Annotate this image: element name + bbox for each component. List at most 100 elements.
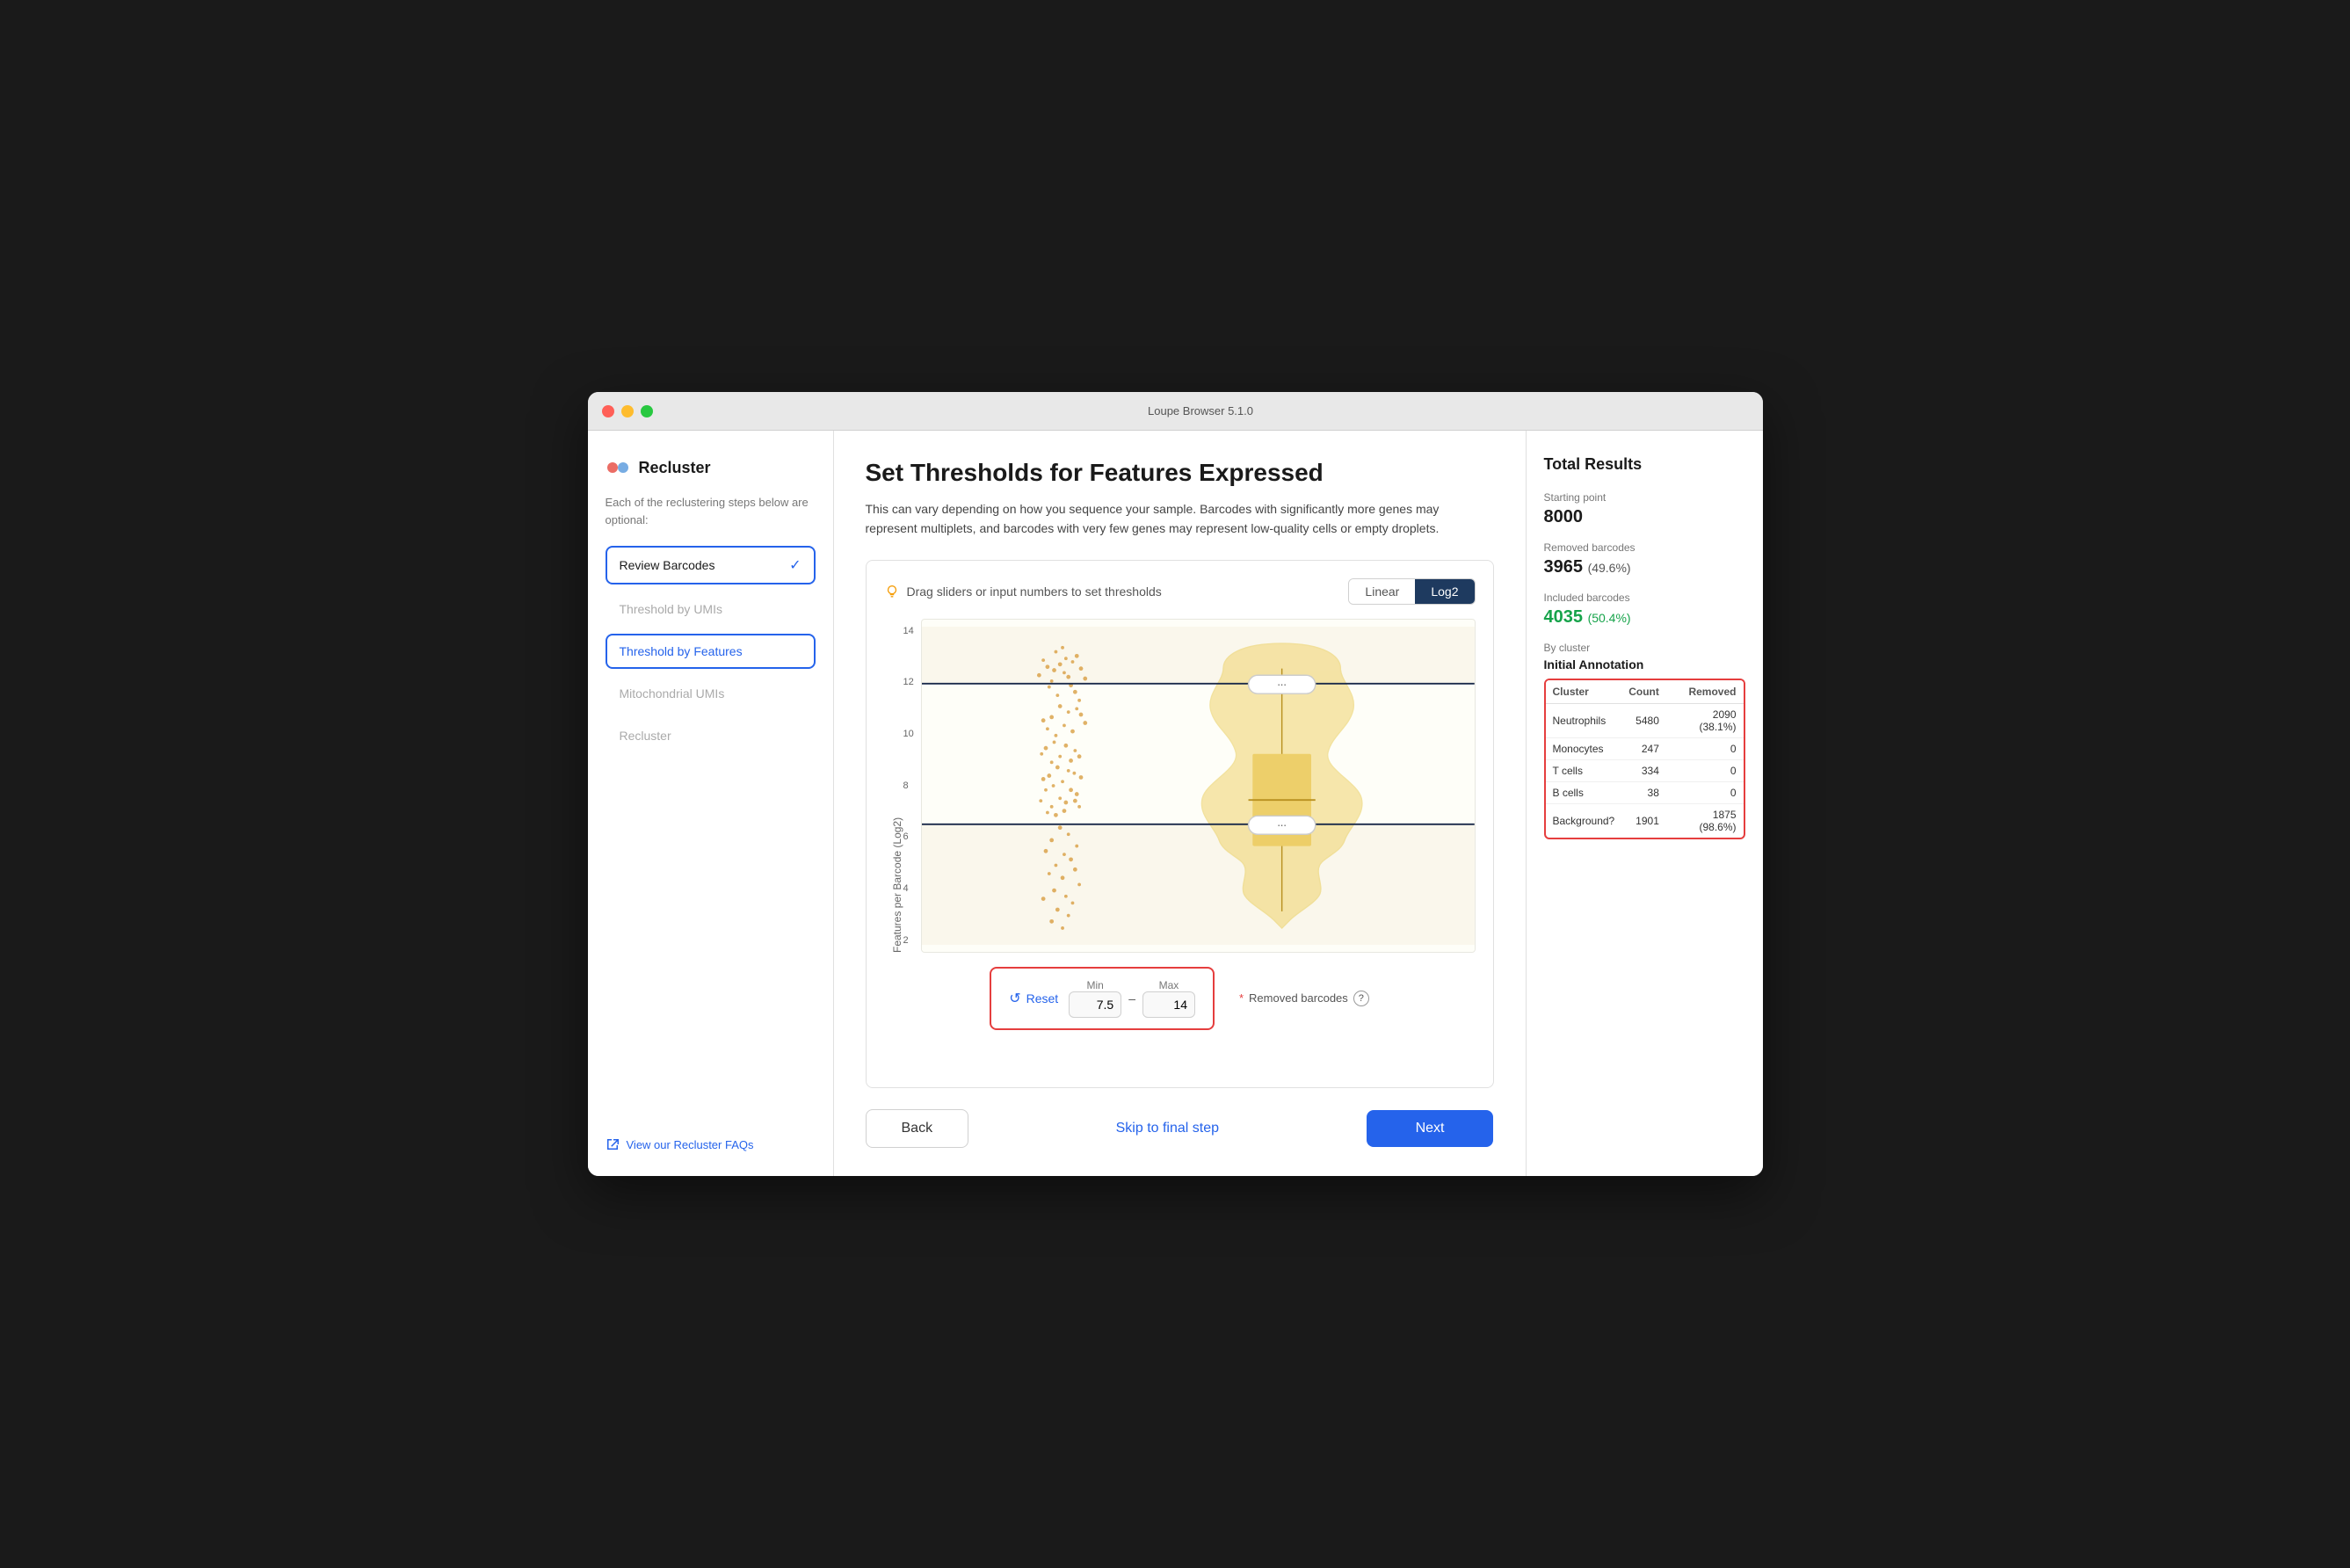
footer-buttons: Back Skip to final step Next	[866, 1109, 1494, 1148]
starting-point-value: 8000	[1544, 507, 1745, 527]
cluster-table-header: Cluster Count Removed	[1546, 680, 1744, 704]
close-button[interactable]	[602, 405, 614, 417]
chart-plot: ⋯ ⋯	[921, 619, 1476, 953]
tick-8: 8	[903, 780, 914, 791]
step-label-mitochondrial-umis: Mitochondrial UMIs	[620, 686, 725, 701]
tick-6: 6	[903, 831, 914, 842]
reset-icon: ↺	[1009, 990, 1020, 1007]
min-input[interactable]	[1069, 991, 1121, 1018]
page-title: Set Thresholds for Features Expressed	[866, 459, 1494, 487]
cluster-removed: 1875 (98.6%)	[1666, 804, 1744, 838]
cluster-count: 247	[1621, 738, 1666, 760]
back-button[interactable]: Back	[866, 1109, 969, 1148]
removed-barcodes-pct: (49.6%)	[1588, 561, 1631, 575]
chart-inputs: ↺ Reset Min – Max	[884, 967, 1476, 1030]
max-label: Max	[1142, 979, 1195, 991]
cluster-name: B cells	[1546, 782, 1622, 804]
tick-4: 4	[903, 883, 914, 894]
window-controls	[602, 405, 653, 417]
sidebar-description: Each of the reclustering steps below are…	[606, 494, 816, 528]
by-cluster-label: By cluster	[1544, 642, 1745, 654]
sidebar-item-mitochondrial-umis[interactable]: Mitochondrial UMIs	[606, 676, 816, 711]
cluster-count: 38	[1621, 782, 1666, 804]
cluster-table-wrapper: Cluster Count Removed Neutrophils 5480 2…	[1544, 679, 1745, 839]
minimize-button[interactable]	[621, 405, 634, 417]
y-axis-ticks: 14 12 10 8 6 4 2	[903, 619, 914, 953]
lightbulb-icon	[884, 584, 900, 599]
violin-chart-svg: ⋯ ⋯	[922, 620, 1475, 952]
right-panel: Total Results Starting point 8000 Remove…	[1526, 431, 1763, 1176]
y-axis-label: Features per Barcode (Log2)	[884, 619, 903, 953]
chart-hint-text: Drag sliders or input numbers to set thr…	[907, 584, 1162, 599]
chart-container: Drag sliders or input numbers to set thr…	[866, 560, 1494, 1088]
table-row: Background? 1901 1875 (98.6%)	[1546, 804, 1744, 838]
cluster-removed: 0	[1666, 760, 1744, 782]
top-threshold-handle[interactable]: ⋯	[1248, 675, 1315, 693]
skip-button[interactable]: Skip to final step	[1116, 1121, 1219, 1136]
included-barcodes-label: Included barcodes	[1544, 592, 1745, 604]
titlebar: Loupe Browser 5.1.0	[588, 392, 1763, 431]
asterisk-icon: *	[1239, 991, 1244, 1005]
scale-linear-button[interactable]: Linear	[1349, 579, 1415, 604]
removed-label-text: Removed barcodes	[1249, 991, 1348, 1005]
cluster-name: Background?	[1546, 804, 1622, 838]
panel-title: Total Results	[1544, 455, 1745, 474]
max-field: Max	[1142, 979, 1195, 1018]
reset-button[interactable]: ↺ Reset	[1009, 990, 1058, 1007]
sidebar-faq-link[interactable]: View our Recluster FAQs	[606, 1137, 816, 1151]
main-content: Set Thresholds for Features Expressed Th…	[834, 431, 1526, 1176]
reset-label: Reset	[1026, 991, 1059, 1005]
info-icon[interactable]: ?	[1353, 991, 1369, 1006]
tick-2: 2	[903, 935, 914, 946]
svg-text:⋯: ⋯	[1277, 821, 1286, 831]
chart-header: Drag sliders or input numbers to set thr…	[884, 578, 1476, 605]
min-label: Min	[1069, 979, 1121, 991]
bottom-threshold-handle[interactable]: ⋯	[1248, 816, 1315, 834]
starting-point-label: Starting point	[1544, 491, 1745, 504]
cluster-table: Cluster Count Removed Neutrophils 5480 2…	[1546, 680, 1744, 838]
cluster-count: 5480	[1621, 704, 1666, 738]
sidebar-title: Recluster	[639, 459, 711, 477]
sidebar: Recluster Each of the reclustering steps…	[588, 431, 834, 1176]
max-input[interactable]	[1142, 991, 1195, 1018]
threshold-input-box: ↺ Reset Min – Max	[990, 967, 1215, 1030]
chart-hint: Drag sliders or input numbers to set thr…	[884, 584, 1162, 599]
threshold-separator: –	[1128, 991, 1135, 1005]
scale-log2-button[interactable]: Log2	[1415, 579, 1474, 604]
scale-toggle: Linear Log2	[1348, 578, 1475, 605]
maximize-button[interactable]	[641, 405, 653, 417]
removed-barcodes-label: Removed barcodes	[1544, 541, 1745, 554]
next-button[interactable]: Next	[1367, 1110, 1494, 1147]
main-window: Loupe Browser 5.1.0 Recluster Each of th…	[588, 392, 1763, 1176]
sidebar-item-threshold-features[interactable]: Threshold by Features	[606, 634, 816, 669]
cluster-removed: 0	[1666, 782, 1744, 804]
tick-12: 12	[903, 677, 914, 687]
step-label-threshold-umis: Threshold by UMIs	[620, 602, 722, 616]
table-row: Monocytes 247 0	[1546, 738, 1744, 760]
cluster-removed: 0	[1666, 738, 1744, 760]
sidebar-item-recluster[interactable]: Recluster	[606, 718, 816, 753]
step-label-recluster: Recluster	[620, 729, 671, 743]
sidebar-steps: Review Barcodes ✓ Threshold by UMIs Thre…	[606, 546, 816, 1120]
svg-text:⋯: ⋯	[1277, 680, 1286, 690]
table-row: B cells 38 0	[1546, 782, 1744, 804]
recluster-icon	[606, 455, 630, 480]
page-description: This can vary depending on how you seque…	[866, 499, 1463, 539]
cluster-name: T cells	[1546, 760, 1622, 782]
sidebar-item-threshold-umis[interactable]: Threshold by UMIs	[606, 592, 816, 627]
window-title: Loupe Browser 5.1.0	[653, 404, 1749, 417]
tick-10: 10	[903, 729, 914, 739]
cluster-name: Monocytes	[1546, 738, 1622, 760]
faq-label: View our Recluster FAQs	[627, 1138, 754, 1151]
removed-barcodes-value: 3965 (49.6%)	[1544, 557, 1745, 577]
cluster-count: 334	[1621, 760, 1666, 782]
chart-area: Features per Barcode (Log2) 14 12 10 8 6…	[884, 619, 1476, 953]
table-row: T cells 334 0	[1546, 760, 1744, 782]
included-barcodes-value: 4035 (50.4%)	[1544, 607, 1745, 628]
col-count: Count	[1621, 680, 1666, 704]
col-removed: Removed	[1666, 680, 1744, 704]
sidebar-logo: Recluster	[606, 455, 816, 480]
external-link-icon	[606, 1137, 620, 1151]
table-row: Neutrophils 5480 2090 (38.1%)	[1546, 704, 1744, 738]
sidebar-item-review-barcodes[interactable]: Review Barcodes ✓	[606, 546, 816, 584]
